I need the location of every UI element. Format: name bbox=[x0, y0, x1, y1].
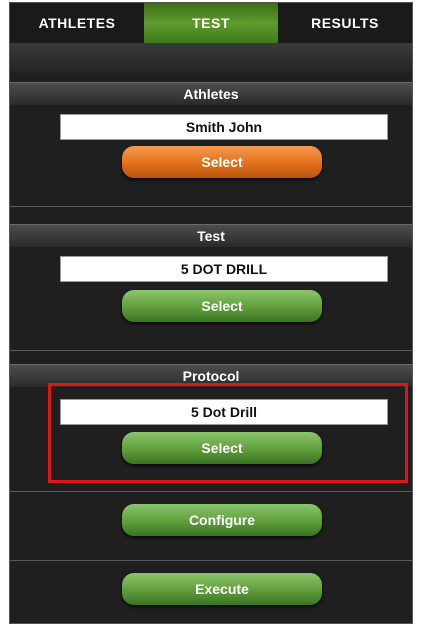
athlete-name-field: Smith John bbox=[60, 114, 388, 140]
execute-button[interactable]: Execute bbox=[122, 573, 322, 605]
select-athlete-button[interactable]: Select bbox=[122, 146, 322, 178]
main-panel: ATHLETES TEST RESULTS Athletes Smith Joh… bbox=[9, 2, 413, 624]
section-divider bbox=[10, 560, 412, 561]
select-test-button[interactable]: Select bbox=[122, 290, 322, 322]
section-divider bbox=[10, 206, 412, 207]
athletes-section-title: Athletes bbox=[10, 82, 412, 105]
tab-results[interactable]: RESULTS bbox=[278, 3, 412, 43]
app-window: ATHLETES TEST RESULTS Athletes Smith Joh… bbox=[0, 0, 422, 624]
toolbar-strip bbox=[10, 43, 412, 73]
section-divider bbox=[10, 491, 412, 492]
tab-test[interactable]: TEST bbox=[144, 3, 278, 43]
section-divider bbox=[10, 350, 412, 351]
test-section-title: Test bbox=[10, 224, 412, 247]
tab-bar: ATHLETES TEST RESULTS bbox=[10, 3, 412, 43]
test-name-field: 5 DOT DRILL bbox=[60, 256, 388, 282]
protocol-highlight-box bbox=[48, 383, 408, 483]
configure-button[interactable]: Configure bbox=[122, 504, 322, 536]
tab-athletes[interactable]: ATHLETES bbox=[10, 3, 144, 43]
